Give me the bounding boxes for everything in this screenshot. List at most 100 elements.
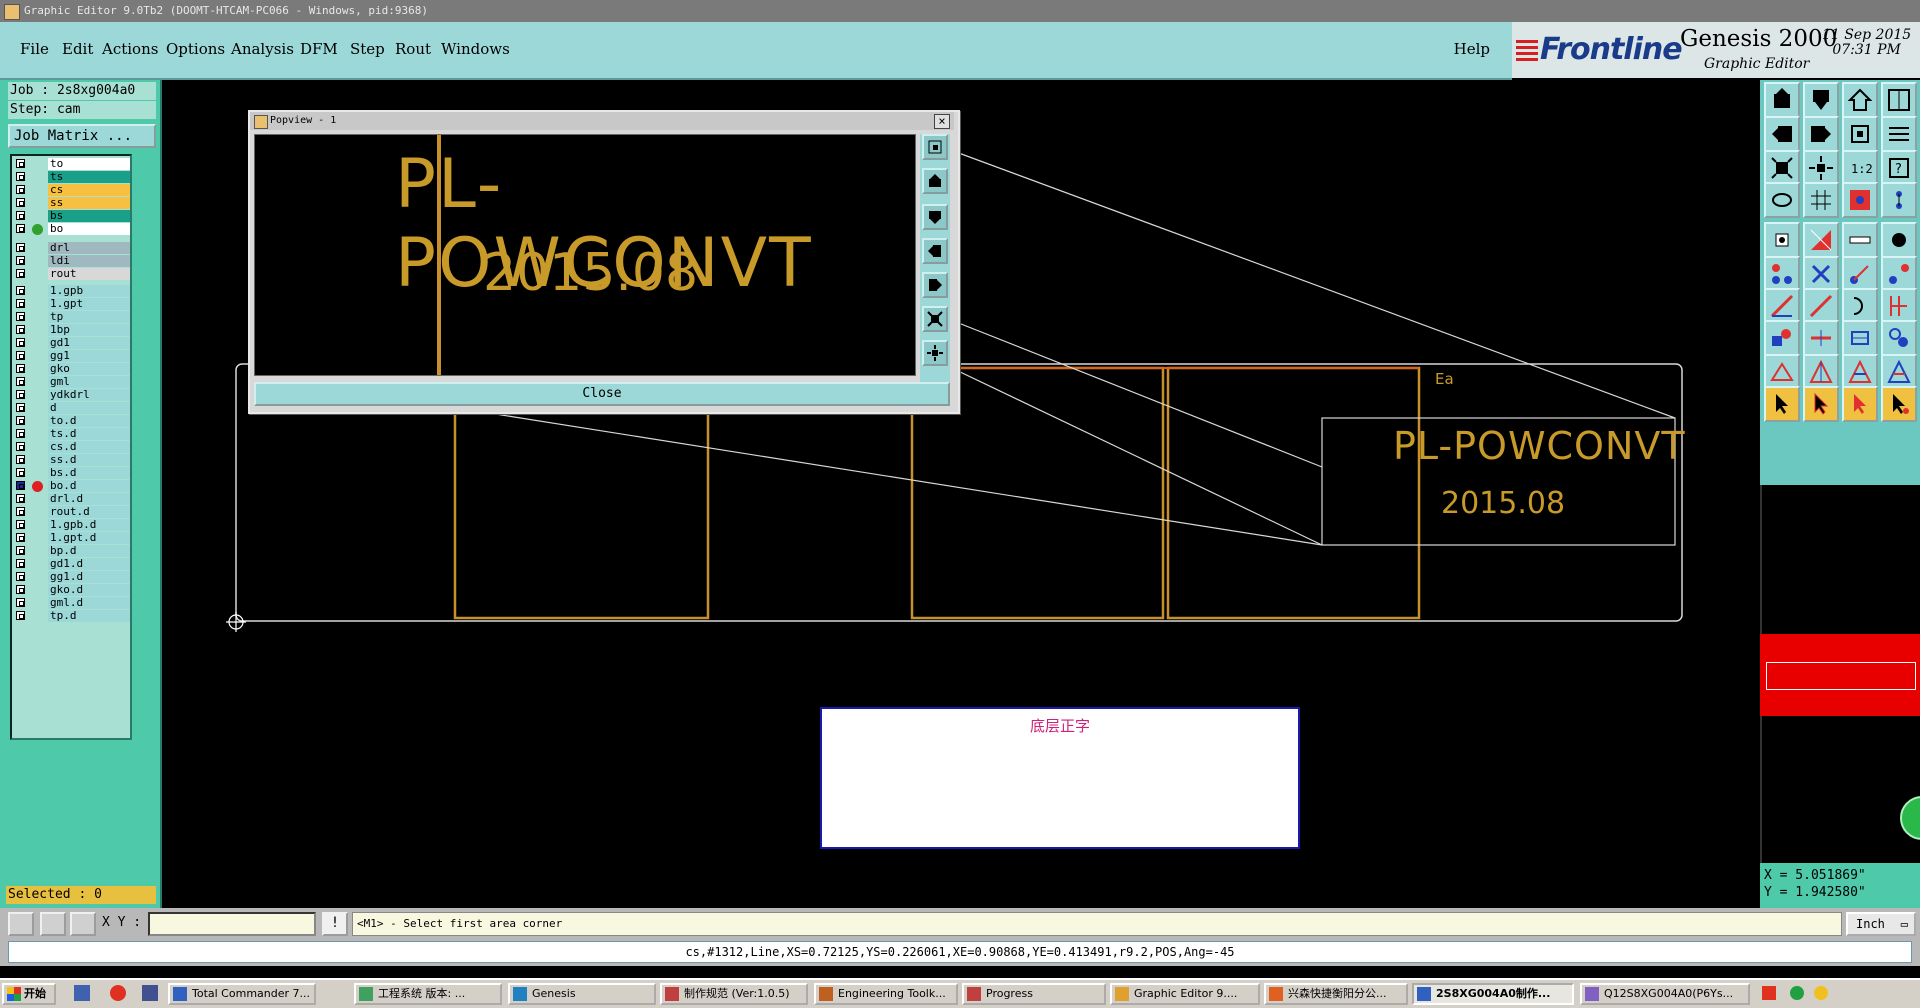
popview-title: Popview - 1 xyxy=(270,115,337,126)
start-button[interactable]: 开始 xyxy=(2,983,56,1005)
popview-zoom-in-icon[interactable] xyxy=(922,168,948,194)
line-style-icon[interactable] xyxy=(1842,222,1878,258)
task-app-icon xyxy=(1417,987,1431,1001)
tool-panel: 1:2? xyxy=(1760,80,1920,485)
task-app-icon xyxy=(967,987,981,1001)
zoom-area-icon[interactable] xyxy=(1842,116,1878,152)
popview-pan-right-icon[interactable] xyxy=(922,272,948,298)
popview-zoom-out-icon[interactable] xyxy=(922,204,948,230)
select-area-icon[interactable] xyxy=(1803,386,1839,422)
xy-input[interactable] xyxy=(148,912,316,936)
board-outline-3 xyxy=(1166,366,1421,620)
fill-icon[interactable] xyxy=(1881,222,1917,258)
snap-icon[interactable] xyxy=(1764,182,1800,218)
popview-title-bar[interactable]: Popview - 1 × xyxy=(250,112,954,130)
info-icon[interactable]: ! xyxy=(322,912,348,936)
draw-icon[interactable] xyxy=(1803,222,1839,258)
popview-pan-left-icon[interactable] xyxy=(922,238,948,264)
measure-icon[interactable] xyxy=(1842,354,1878,390)
zoom-in-icon[interactable] xyxy=(1764,82,1800,118)
taskbar-task[interactable]: Q12S8XG004A0(P6Ys... xyxy=(1580,983,1750,1005)
delete-icon[interactable] xyxy=(1803,256,1839,292)
task-app-icon xyxy=(513,987,527,1001)
popview-viewport[interactable]: PL-POWCONVT 2015.08 xyxy=(254,134,916,376)
taskbar-task[interactable]: 制作规范 (Ver:1.0.5) xyxy=(660,983,808,1005)
tray-1-icon[interactable] xyxy=(1762,986,1776,1000)
zoom-line-1 xyxy=(955,151,1676,419)
quicklaunch-2-icon[interactable] xyxy=(110,985,126,1001)
task-label: Total Commander 7... xyxy=(192,987,310,1000)
popview-fit-icon[interactable] xyxy=(922,306,948,332)
popview-close-button[interactable]: Close xyxy=(254,382,950,406)
zoom-line-2 xyxy=(955,321,1323,468)
color-map-icon[interactable] xyxy=(1842,182,1878,218)
taskbar-task[interactable]: Engineering Toolk... xyxy=(814,983,958,1005)
task-label: 工程系统 版本: ... xyxy=(378,987,466,1000)
taskbar-task[interactable]: 工程系统 版本: ... xyxy=(354,983,502,1005)
edit-icon[interactable] xyxy=(1881,354,1917,390)
layers-icon[interactable] xyxy=(1881,116,1917,152)
move-icon[interactable] xyxy=(1803,320,1839,356)
popview-zoom-window-icon[interactable] xyxy=(922,134,948,160)
taskbar-task[interactable]: Graphic Editor 9.... xyxy=(1110,983,1260,1005)
help-icon[interactable]: ? xyxy=(1881,150,1917,186)
feature-info-text: cs,#1312,Line,XS=0.72125,YS=0.226061,XE=… xyxy=(8,941,1912,963)
popview-center-icon[interactable] xyxy=(922,340,948,366)
split-view-icon[interactable] xyxy=(1881,82,1917,118)
pan-left-icon[interactable] xyxy=(1764,116,1800,152)
quicklaunch-1-icon[interactable] xyxy=(74,985,90,1001)
units-select[interactable]: Inch ▭ xyxy=(1846,912,1916,936)
taskbar-task[interactable]: 兴森快捷衡阳分公... xyxy=(1264,983,1408,1005)
quicklaunch-3-icon[interactable] xyxy=(142,985,158,1001)
tray-2-icon[interactable] xyxy=(1790,986,1804,1000)
svg-text:1:2: 1:2 xyxy=(1851,162,1872,176)
mirror-icon[interactable] xyxy=(1803,354,1839,390)
arc-icon[interactable] xyxy=(1842,288,1878,324)
info-line: cs,#1312,Line,XS=0.72125,YS=0.226061,XE=… xyxy=(0,938,1920,966)
popview-app-icon xyxy=(254,115,268,129)
coord-y: Y = 1.942580" xyxy=(1764,885,1866,900)
zoom-line-4 xyxy=(469,409,1323,546)
taskbar-task[interactable]: Progress xyxy=(962,983,1106,1005)
center-icon[interactable] xyxy=(1803,150,1839,186)
taskbar-task[interactable]: Genesis xyxy=(508,983,656,1005)
task-app-icon xyxy=(665,987,679,1001)
add-arc-icon[interactable] xyxy=(1881,256,1917,292)
scale-icon[interactable]: 1:2 xyxy=(1842,150,1878,186)
task-label: 2S8XG004A0制作... xyxy=(1436,987,1551,1000)
popview-window[interactable]: Popview - 1 × PL-POWCONVT 2015.08 Close xyxy=(248,110,960,414)
zoom-out-icon[interactable] xyxy=(1803,82,1839,118)
rotate-icon[interactable] xyxy=(1803,288,1839,324)
pan-right-icon[interactable] xyxy=(1803,116,1839,152)
select-red-icon[interactable] xyxy=(1842,386,1878,422)
grid-icon[interactable] xyxy=(1803,182,1839,218)
angle-icon[interactable] xyxy=(1764,288,1800,324)
connect-icon[interactable] xyxy=(1881,182,1917,218)
start-label: 开始 xyxy=(24,987,46,1000)
taskbar-task[interactable]: 2S8XG004A0制作... xyxy=(1412,983,1574,1005)
snap-mode-icon[interactable] xyxy=(8,912,34,936)
grid-icon[interactable] xyxy=(70,912,96,936)
note-box[interactable]: 底层正字 xyxy=(820,707,1300,849)
add-surface-icon[interactable] xyxy=(1764,320,1800,356)
xy-label: X Y : xyxy=(102,915,142,930)
select-icon[interactable] xyxy=(1764,386,1800,422)
zoom-line-3 xyxy=(955,369,1323,546)
units-dropdown-icon: ▭ xyxy=(1900,917,1908,931)
select-net-icon[interactable] xyxy=(1881,386,1917,422)
units-value: Inch xyxy=(1856,917,1885,931)
tray-3-icon[interactable] xyxy=(1814,986,1828,1000)
measure-icon[interactable] xyxy=(40,912,66,936)
task-app-icon xyxy=(359,987,373,1001)
resize-icon[interactable] xyxy=(1842,320,1878,356)
fit-icon[interactable] xyxy=(1764,150,1800,186)
pad-icon[interactable] xyxy=(1764,222,1800,258)
popview-close-icon[interactable]: × xyxy=(934,114,950,129)
triangle-icon[interactable] xyxy=(1764,354,1800,390)
add-pad-icon[interactable] xyxy=(1764,256,1800,292)
break-icon[interactable] xyxy=(1881,320,1917,356)
taskbar-task[interactable]: Total Commander 7... xyxy=(168,983,316,1005)
add-line-icon[interactable] xyxy=(1842,256,1878,292)
home-icon[interactable] xyxy=(1842,82,1878,118)
copy-icon[interactable] xyxy=(1881,288,1917,324)
